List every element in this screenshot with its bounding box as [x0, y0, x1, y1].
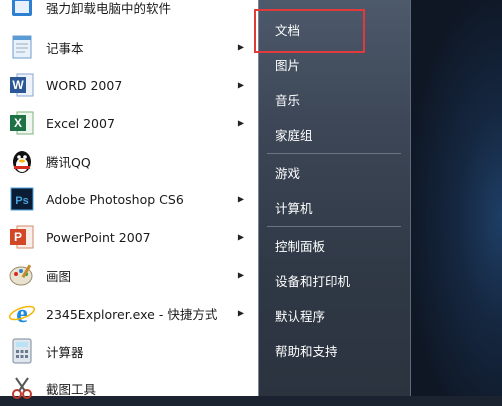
program-label: Excel 2007 — [46, 115, 115, 131]
place-devices-printers[interactable]: 设备和打印机 — [263, 264, 407, 296]
program-item-word[interactable]: W WORD 2007 ▶ — [6, 67, 256, 103]
place-homegroup[interactable]: 家庭组 — [263, 118, 407, 150]
program-label: 计算器 — [46, 344, 84, 360]
program-item-snipping-tool[interactable]: 截图工具 — [6, 370, 256, 406]
program-label: 画图 — [46, 268, 72, 284]
documents-highlight-box — [254, 9, 365, 53]
excel-icon: X — [6, 107, 38, 139]
place-music[interactable]: 音乐 — [263, 83, 407, 115]
program-label: 记事本 — [46, 40, 84, 56]
notepad-icon — [6, 31, 38, 63]
program-item-2345explorer[interactable]: e 2345Explorer.exe - 快捷方式 ▶ — [6, 295, 256, 331]
program-item-uninstaller[interactable]: 强力卸载电脑中的软件 — [6, 0, 256, 25]
place-default-programs[interactable]: 默认程序 — [263, 299, 407, 331]
ie-browser-icon: e — [6, 297, 38, 329]
program-label: 2345Explorer.exe - 快捷方式 — [46, 306, 218, 322]
program-label: PowerPoint 2007 — [46, 229, 151, 245]
paint-icon — [6, 259, 38, 291]
qq-penguin-icon — [6, 145, 38, 177]
uninstall-icon — [6, 0, 38, 23]
submenu-arrow-icon[interactable]: ▶ — [238, 195, 244, 204]
calculator-icon — [6, 335, 38, 367]
program-item-qq[interactable]: 腾讯QQ — [6, 143, 256, 179]
submenu-arrow-icon[interactable]: ▶ — [238, 81, 244, 90]
snipping-tool-icon — [6, 372, 38, 404]
svg-text:e: e — [16, 299, 28, 327]
submenu-arrow-icon[interactable]: ▶ — [238, 43, 244, 52]
program-item-excel[interactable]: X Excel 2007 ▶ — [6, 105, 256, 141]
word-icon: W — [6, 69, 38, 101]
submenu-arrow-icon[interactable]: ▶ — [238, 233, 244, 242]
svg-text:W: W — [12, 78, 24, 92]
program-label: 强力卸载电脑中的软件 — [46, 0, 172, 16]
program-item-notepad[interactable]: 记事本 ▶ — [6, 29, 256, 65]
place-games[interactable]: 游戏 — [263, 156, 407, 188]
powerpoint-icon: P — [6, 221, 38, 253]
program-label: 腾讯QQ — [46, 154, 91, 170]
program-item-powerpoint[interactable]: P PowerPoint 2007 ▶ — [6, 219, 256, 255]
svg-text:P: P — [14, 230, 22, 244]
place-help-support[interactable]: 帮助和支持 — [263, 334, 407, 366]
program-item-calculator[interactable]: 计算器 — [6, 333, 256, 369]
svg-text:X: X — [14, 116, 22, 130]
divider — [267, 226, 401, 227]
svg-text:Ps: Ps — [15, 195, 28, 207]
places-pane: 文档 图片 音乐 家庭组 游戏 计算机 控制面板 设备和打印机 默认程序 帮助和… — [258, 0, 411, 396]
program-label: Adobe Photoshop CS6 — [46, 191, 184, 207]
desktop-background — [411, 0, 502, 396]
program-label: 截图工具 — [46, 381, 97, 397]
photoshop-icon: Ps — [6, 183, 38, 215]
submenu-arrow-icon[interactable]: ▶ — [238, 119, 244, 128]
program-label: WORD 2007 — [46, 77, 123, 93]
programs-pane: 强力卸载电脑中的软件 记事本 ▶ W WORD 2007 ▶ X Excel 2… — [0, 0, 259, 399]
divider — [267, 153, 401, 154]
submenu-arrow-icon[interactable]: ▶ — [238, 309, 244, 318]
program-item-paint[interactable]: 画图 ▶ — [6, 257, 256, 293]
place-computer[interactable]: 计算机 — [263, 191, 407, 223]
place-control-panel[interactable]: 控制面板 — [263, 229, 407, 261]
program-item-photoshop[interactable]: Ps Adobe Photoshop CS6 ▶ — [6, 181, 256, 217]
submenu-arrow-icon[interactable]: ▶ — [238, 271, 244, 280]
